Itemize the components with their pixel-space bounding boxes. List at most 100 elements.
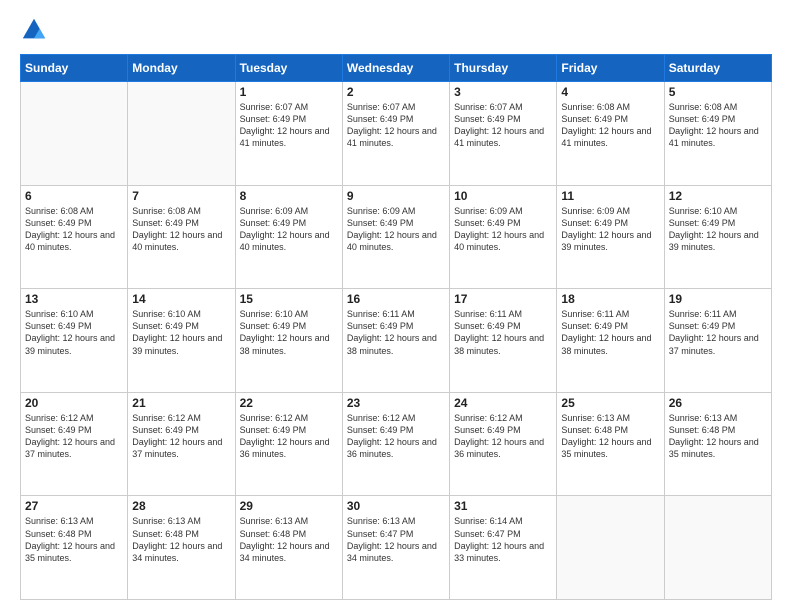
day-number: 18: [561, 292, 659, 306]
calendar-cell: [128, 82, 235, 186]
header: [20, 16, 772, 44]
calendar-cell: 29 Sunrise: 6:13 AM Sunset: 6:48 PM Dayli…: [235, 496, 342, 600]
day-number: 22: [240, 396, 338, 410]
cell-info: Sunrise: 6:10 AM Sunset: 6:49 PM Dayligh…: [25, 308, 123, 357]
cell-info: Sunrise: 6:14 AM Sunset: 6:47 PM Dayligh…: [454, 515, 552, 564]
day-number: 11: [561, 189, 659, 203]
cell-info: Sunrise: 6:12 AM Sunset: 6:49 PM Dayligh…: [347, 412, 445, 461]
day-number: 8: [240, 189, 338, 203]
calendar-cell: 10 Sunrise: 6:09 AM Sunset: 6:49 PM Dayli…: [450, 185, 557, 289]
cell-info: Sunrise: 6:07 AM Sunset: 6:49 PM Dayligh…: [240, 101, 338, 150]
cell-info: Sunrise: 6:08 AM Sunset: 6:49 PM Dayligh…: [669, 101, 767, 150]
cell-info: Sunrise: 6:13 AM Sunset: 6:47 PM Dayligh…: [347, 515, 445, 564]
day-number: 24: [454, 396, 552, 410]
calendar-cell: [664, 496, 771, 600]
weekday-header: Thursday: [450, 55, 557, 82]
cell-info: Sunrise: 6:11 AM Sunset: 6:49 PM Dayligh…: [669, 308, 767, 357]
cell-info: Sunrise: 6:12 AM Sunset: 6:49 PM Dayligh…: [132, 412, 230, 461]
weekday-header: Friday: [557, 55, 664, 82]
day-number: 23: [347, 396, 445, 410]
calendar-cell: 8 Sunrise: 6:09 AM Sunset: 6:49 PM Daylig…: [235, 185, 342, 289]
calendar-cell: [21, 82, 128, 186]
day-number: 20: [25, 396, 123, 410]
calendar-cell: 19Sunrise: 6:11 AM Sunset: 6:49 PM Dayli…: [664, 289, 771, 393]
day-number: 4: [561, 85, 659, 99]
calendar-cell: 17 Sunrise: 6:11 AM Sunset: 6:49 PM Dayli…: [450, 289, 557, 393]
calendar-cell: 12 Sunrise: 6:10 AM Sunset: 6:49 PM Dayli…: [664, 185, 771, 289]
calendar-cell: 11 Sunrise: 6:09 AM Sunset: 6:49 PM Dayli…: [557, 185, 664, 289]
cell-info: Sunrise: 6:13 AM Sunset: 6:48 PM Dayligh…: [240, 515, 338, 564]
logo: [20, 16, 52, 44]
calendar-week-row: 27 Sunrise: 6:13 AM Sunset: 6:48 PM Dayli…: [21, 496, 772, 600]
day-number: 2: [347, 85, 445, 99]
cell-info: Sunrise: 6:08 AM Sunset: 6:49 PM Dayligh…: [561, 101, 659, 150]
day-number: 1: [240, 85, 338, 99]
weekday-row: SundayMondayTuesdayWednesdayThursdayFrid…: [21, 55, 772, 82]
cell-info: Sunrise: 6:09 AM Sunset: 6:49 PM Dayligh…: [561, 205, 659, 254]
weekday-header: Monday: [128, 55, 235, 82]
day-number: 28: [132, 499, 230, 513]
calendar-week-row: 13 Sunrise: 6:10 AM Sunset: 6:49 PM Dayli…: [21, 289, 772, 393]
cell-info: Sunrise: 6:12 AM Sunset: 6:49 PM Dayligh…: [454, 412, 552, 461]
calendar-cell: 28 Sunrise: 6:13 AM Sunset: 6:48 PM Dayli…: [128, 496, 235, 600]
day-number: 29: [240, 499, 338, 513]
cell-info: Sunrise: 6:11 AM Sunset: 6:49 PM Dayligh…: [347, 308, 445, 357]
cell-info: Sunrise: 6:11 AM Sunset: 6:49 PM Dayligh…: [561, 308, 659, 357]
calendar-cell: 14 Sunrise: 6:10 AM Sunset: 6:49 PM Dayli…: [128, 289, 235, 393]
cell-info: Sunrise: 6:10 AM Sunset: 6:49 PM Dayligh…: [669, 205, 767, 254]
cell-info: Sunrise: 6:10 AM Sunset: 6:49 PM Dayligh…: [240, 308, 338, 357]
cell-info: Sunrise: 6:07 AM Sunset: 6:49 PM Dayligh…: [347, 101, 445, 150]
cell-info: Sunrise: 6:08 AM Sunset: 6:49 PM Dayligh…: [132, 205, 230, 254]
day-number: 25: [561, 396, 659, 410]
cell-info: Sunrise: 6:12 AM Sunset: 6:49 PM Dayligh…: [25, 412, 123, 461]
calendar-cell: 5Sunrise: 6:08 AM Sunset: 6:49 PM Daylig…: [664, 82, 771, 186]
cell-info: Sunrise: 6:13 AM Sunset: 6:48 PM Dayligh…: [132, 515, 230, 564]
calendar-cell: [557, 496, 664, 600]
calendar-cell: 7Sunrise: 6:08 AM Sunset: 6:49 PM Daylig…: [128, 185, 235, 289]
day-number: 9: [347, 189, 445, 203]
cell-info: Sunrise: 6:09 AM Sunset: 6:49 PM Dayligh…: [240, 205, 338, 254]
day-number: 10: [454, 189, 552, 203]
day-number: 26: [669, 396, 767, 410]
cell-info: Sunrise: 6:13 AM Sunset: 6:48 PM Dayligh…: [561, 412, 659, 461]
calendar-table: SundayMondayTuesdayWednesdayThursdayFrid…: [20, 54, 772, 600]
day-number: 21: [132, 396, 230, 410]
calendar-cell: 18 Sunrise: 6:11 AM Sunset: 6:49 PM Dayli…: [557, 289, 664, 393]
calendar-cell: 22 Sunrise: 6:12 AM Sunset: 6:49 PM Dayli…: [235, 392, 342, 496]
calendar-header: SundayMondayTuesdayWednesdayThursdayFrid…: [21, 55, 772, 82]
cell-info: Sunrise: 6:13 AM Sunset: 6:48 PM Dayligh…: [669, 412, 767, 461]
cell-info: Sunrise: 6:10 AM Sunset: 6:49 PM Dayligh…: [132, 308, 230, 357]
calendar-cell: 2 Sunrise: 6:07 AM Sunset: 6:49 PM Daylig…: [342, 82, 449, 186]
calendar-cell: 13 Sunrise: 6:10 AM Sunset: 6:49 PM Dayli…: [21, 289, 128, 393]
day-number: 30: [347, 499, 445, 513]
calendar-cell: 27Sunrise: 6:13 AM Sunset: 6:48 PM Dayli…: [21, 496, 128, 600]
day-number: 17: [454, 292, 552, 306]
day-number: 6: [25, 189, 123, 203]
cell-info: Sunrise: 6:09 AM Sunset: 6:49 PM Dayligh…: [454, 205, 552, 254]
day-number: 16: [347, 292, 445, 306]
weekday-header: Tuesday: [235, 55, 342, 82]
weekday-header: Saturday: [664, 55, 771, 82]
calendar-cell: 26 Sunrise: 6:13 AM Sunset: 6:48 PM Dayli…: [664, 392, 771, 496]
calendar-cell: 25 Sunrise: 6:13 AM Sunset: 6:48 PM Dayli…: [557, 392, 664, 496]
day-number: 13: [25, 292, 123, 306]
calendar-cell: 21 Sunrise: 6:12 AM Sunset: 6:49 PM Dayli…: [128, 392, 235, 496]
weekday-header: Sunday: [21, 55, 128, 82]
day-number: 27: [25, 499, 123, 513]
calendar-cell: 23 Sunrise: 6:12 AM Sunset: 6:49 PM Dayli…: [342, 392, 449, 496]
calendar-cell: 24 Sunrise: 6:12 AM Sunset: 6:49 PM Dayli…: [450, 392, 557, 496]
page: SundayMondayTuesdayWednesdayThursdayFrid…: [0, 0, 792, 612]
calendar-body: 1 Sunrise: 6:07 AM Sunset: 6:49 PM Daylig…: [21, 82, 772, 600]
day-number: 12: [669, 189, 767, 203]
cell-info: Sunrise: 6:07 AM Sunset: 6:49 PM Dayligh…: [454, 101, 552, 150]
calendar-week-row: 20 Sunrise: 6:12 AM Sunset: 6:49 PM Dayli…: [21, 392, 772, 496]
cell-info: Sunrise: 6:11 AM Sunset: 6:49 PM Dayligh…: [454, 308, 552, 357]
calendar-cell: 6Sunrise: 6:08 AM Sunset: 6:49 PM Daylig…: [21, 185, 128, 289]
logo-icon: [20, 16, 48, 44]
day-number: 15: [240, 292, 338, 306]
cell-info: Sunrise: 6:12 AM Sunset: 6:49 PM Dayligh…: [240, 412, 338, 461]
day-number: 31: [454, 499, 552, 513]
day-number: 14: [132, 292, 230, 306]
calendar-cell: 1 Sunrise: 6:07 AM Sunset: 6:49 PM Daylig…: [235, 82, 342, 186]
cell-info: Sunrise: 6:09 AM Sunset: 6:49 PM Dayligh…: [347, 205, 445, 254]
